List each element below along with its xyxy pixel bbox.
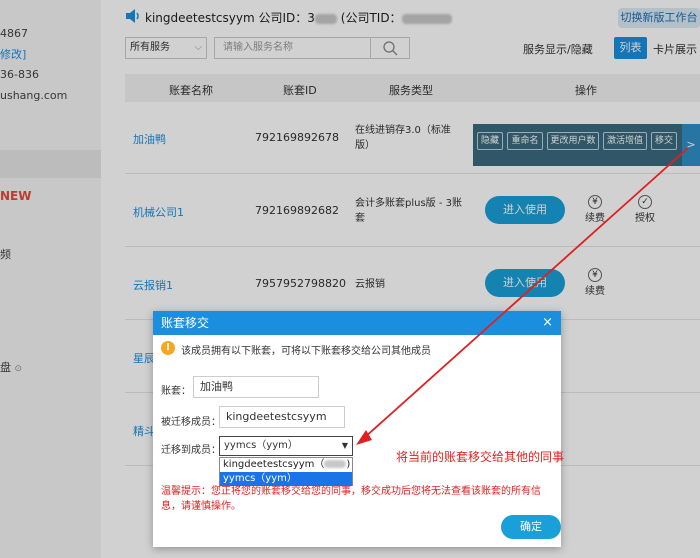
member-dropdown: kingdeetestcsyym（) yymcs（yym） bbox=[219, 457, 353, 486]
warning-icon: ! bbox=[161, 341, 175, 355]
to-member-select[interactable]: yymcs（yym） ▼ bbox=[219, 436, 353, 456]
redacted-name bbox=[324, 460, 347, 468]
to-member-label: 迁移到成员： bbox=[161, 445, 221, 456]
dialog-title: 账套移交 bbox=[161, 316, 210, 330]
transfer-dialog: 账套移交 × ! 该成员拥有以下账套，可将以下账套移交给公司其他成员 账套： 加… bbox=[153, 311, 561, 547]
from-member-field[interactable]: kingdeetestcsyym bbox=[219, 406, 345, 428]
from-member-label: 被迁移成员： bbox=[161, 417, 221, 428]
close-icon[interactable]: × bbox=[542, 311, 553, 335]
dialog-notice: 该成员拥有以下账套，可将以下账套移交给公司其他成员 bbox=[181, 346, 431, 357]
dropdown-option[interactable]: kingdeetestcsyym（) bbox=[220, 458, 352, 472]
account-label: 账套： bbox=[161, 386, 191, 397]
annotation-text: 将当前的账套移交给其他的同事 bbox=[396, 450, 565, 464]
dialog-header: 账套移交 × bbox=[153, 311, 561, 335]
account-field[interactable]: 加油鸭 bbox=[193, 376, 319, 398]
dropdown-arrow-icon: ▼ bbox=[341, 441, 348, 450]
confirm-button[interactable]: 确定 bbox=[501, 515, 561, 539]
warm-tip: 温馨提示：您正将您的账套移交给您的同事，移交成功后您将无法查看该账套的所有信息，… bbox=[161, 486, 541, 512]
